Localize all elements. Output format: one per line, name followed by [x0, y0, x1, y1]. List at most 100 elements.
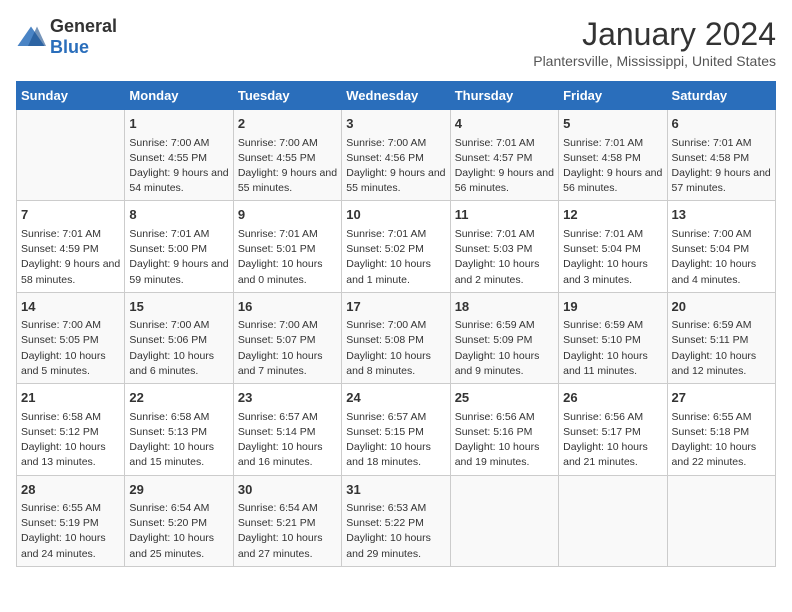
day-info: Sunrise: 6:54 AMSunset: 5:20 PMDaylight:… [129, 501, 228, 562]
day-info: Sunrise: 6:58 AMSunset: 5:12 PMDaylight:… [21, 410, 120, 471]
day-info: Sunrise: 7:00 AMSunset: 4:55 PMDaylight:… [238, 136, 337, 197]
calendar-cell: 23Sunrise: 6:57 AMSunset: 5:14 PMDayligh… [233, 384, 341, 475]
day-number: 6 [672, 114, 771, 134]
day-number: 9 [238, 205, 337, 225]
day-info: Sunrise: 6:54 AMSunset: 5:21 PMDaylight:… [238, 501, 337, 562]
day-number: 10 [346, 205, 445, 225]
day-number: 29 [129, 480, 228, 500]
day-number: 19 [563, 297, 662, 317]
calendar-week-row: 1Sunrise: 7:00 AMSunset: 4:55 PMDaylight… [17, 110, 776, 201]
weekday-header-saturday: Saturday [667, 82, 775, 110]
weekday-header-sunday: Sunday [17, 82, 125, 110]
calendar-cell: 30Sunrise: 6:54 AMSunset: 5:21 PMDayligh… [233, 475, 341, 566]
day-info: Sunrise: 7:00 AMSunset: 5:05 PMDaylight:… [21, 318, 120, 379]
day-number: 27 [672, 388, 771, 408]
day-number: 11 [455, 205, 554, 225]
day-info: Sunrise: 7:01 AMSunset: 4:58 PMDaylight:… [672, 136, 771, 197]
calendar-cell: 6Sunrise: 7:01 AMSunset: 4:58 PMDaylight… [667, 110, 775, 201]
day-info: Sunrise: 7:01 AMSunset: 5:01 PMDaylight:… [238, 227, 337, 288]
day-info: Sunrise: 6:57 AMSunset: 5:15 PMDaylight:… [346, 410, 445, 471]
logo-text: General Blue [50, 16, 117, 58]
logo-general: General [50, 16, 117, 36]
calendar-cell: 25Sunrise: 6:56 AMSunset: 5:16 PMDayligh… [450, 384, 558, 475]
weekday-header-wednesday: Wednesday [342, 82, 450, 110]
calendar-cell [450, 475, 558, 566]
calendar-cell: 8Sunrise: 7:01 AMSunset: 5:00 PMDaylight… [125, 201, 233, 292]
calendar-table: SundayMondayTuesdayWednesdayThursdayFrid… [16, 81, 776, 567]
weekday-header-friday: Friday [559, 82, 667, 110]
calendar-cell: 24Sunrise: 6:57 AMSunset: 5:15 PMDayligh… [342, 384, 450, 475]
day-info: Sunrise: 7:00 AMSunset: 5:06 PMDaylight:… [129, 318, 228, 379]
day-number: 2 [238, 114, 337, 134]
calendar-cell: 20Sunrise: 6:59 AMSunset: 5:11 PMDayligh… [667, 292, 775, 383]
page-header: General Blue January 2024 Plantersville,… [16, 16, 776, 69]
day-number: 5 [563, 114, 662, 134]
generalblue-logo-icon [16, 25, 46, 49]
title-block: January 2024 Plantersville, Mississippi,… [533, 16, 776, 69]
calendar-cell: 15Sunrise: 7:00 AMSunset: 5:06 PMDayligh… [125, 292, 233, 383]
calendar-cell: 5Sunrise: 7:01 AMSunset: 4:58 PMDaylight… [559, 110, 667, 201]
calendar-week-row: 7Sunrise: 7:01 AMSunset: 4:59 PMDaylight… [17, 201, 776, 292]
day-number: 15 [129, 297, 228, 317]
day-info: Sunrise: 7:00 AMSunset: 4:55 PMDaylight:… [129, 136, 228, 197]
calendar-cell: 11Sunrise: 7:01 AMSunset: 5:03 PMDayligh… [450, 201, 558, 292]
day-number: 31 [346, 480, 445, 500]
day-number: 1 [129, 114, 228, 134]
calendar-cell [17, 110, 125, 201]
calendar-cell: 27Sunrise: 6:55 AMSunset: 5:18 PMDayligh… [667, 384, 775, 475]
day-number: 23 [238, 388, 337, 408]
weekday-header-tuesday: Tuesday [233, 82, 341, 110]
calendar-cell: 4Sunrise: 7:01 AMSunset: 4:57 PMDaylight… [450, 110, 558, 201]
day-number: 26 [563, 388, 662, 408]
day-number: 30 [238, 480, 337, 500]
day-number: 8 [129, 205, 228, 225]
day-info: Sunrise: 7:00 AMSunset: 5:08 PMDaylight:… [346, 318, 445, 379]
day-info: Sunrise: 6:57 AMSunset: 5:14 PMDaylight:… [238, 410, 337, 471]
calendar-cell: 22Sunrise: 6:58 AMSunset: 5:13 PMDayligh… [125, 384, 233, 475]
day-info: Sunrise: 7:01 AMSunset: 5:00 PMDaylight:… [129, 227, 228, 288]
calendar-week-row: 28Sunrise: 6:55 AMSunset: 5:19 PMDayligh… [17, 475, 776, 566]
calendar-cell [559, 475, 667, 566]
day-info: Sunrise: 6:59 AMSunset: 5:09 PMDaylight:… [455, 318, 554, 379]
day-number: 7 [21, 205, 120, 225]
calendar-cell: 28Sunrise: 6:55 AMSunset: 5:19 PMDayligh… [17, 475, 125, 566]
weekday-header-monday: Monday [125, 82, 233, 110]
day-info: Sunrise: 6:58 AMSunset: 5:13 PMDaylight:… [129, 410, 228, 471]
calendar-cell: 12Sunrise: 7:01 AMSunset: 5:04 PMDayligh… [559, 201, 667, 292]
day-number: 16 [238, 297, 337, 317]
calendar-cell [667, 475, 775, 566]
day-number: 20 [672, 297, 771, 317]
day-info: Sunrise: 7:01 AMSunset: 5:03 PMDaylight:… [455, 227, 554, 288]
day-number: 21 [21, 388, 120, 408]
calendar-cell: 3Sunrise: 7:00 AMSunset: 4:56 PMDaylight… [342, 110, 450, 201]
calendar-cell: 9Sunrise: 7:01 AMSunset: 5:01 PMDaylight… [233, 201, 341, 292]
day-number: 24 [346, 388, 445, 408]
calendar-cell: 26Sunrise: 6:56 AMSunset: 5:17 PMDayligh… [559, 384, 667, 475]
calendar-week-row: 14Sunrise: 7:00 AMSunset: 5:05 PMDayligh… [17, 292, 776, 383]
calendar-cell: 16Sunrise: 7:00 AMSunset: 5:07 PMDayligh… [233, 292, 341, 383]
calendar-week-row: 21Sunrise: 6:58 AMSunset: 5:12 PMDayligh… [17, 384, 776, 475]
calendar-cell: 18Sunrise: 6:59 AMSunset: 5:09 PMDayligh… [450, 292, 558, 383]
day-info: Sunrise: 7:01 AMSunset: 5:04 PMDaylight:… [563, 227, 662, 288]
day-info: Sunrise: 7:01 AMSunset: 5:02 PMDaylight:… [346, 227, 445, 288]
day-info: Sunrise: 6:53 AMSunset: 5:22 PMDaylight:… [346, 501, 445, 562]
calendar-cell: 10Sunrise: 7:01 AMSunset: 5:02 PMDayligh… [342, 201, 450, 292]
day-info: Sunrise: 7:01 AMSunset: 4:57 PMDaylight:… [455, 136, 554, 197]
day-number: 25 [455, 388, 554, 408]
day-info: Sunrise: 7:00 AMSunset: 4:56 PMDaylight:… [346, 136, 445, 197]
day-info: Sunrise: 7:01 AMSunset: 4:59 PMDaylight:… [21, 227, 120, 288]
day-info: Sunrise: 6:56 AMSunset: 5:16 PMDaylight:… [455, 410, 554, 471]
calendar-cell: 14Sunrise: 7:00 AMSunset: 5:05 PMDayligh… [17, 292, 125, 383]
day-number: 13 [672, 205, 771, 225]
calendar-cell: 19Sunrise: 6:59 AMSunset: 5:10 PMDayligh… [559, 292, 667, 383]
calendar-cell: 21Sunrise: 6:58 AMSunset: 5:12 PMDayligh… [17, 384, 125, 475]
day-number: 17 [346, 297, 445, 317]
day-number: 28 [21, 480, 120, 500]
logo-blue: Blue [50, 37, 89, 57]
day-info: Sunrise: 6:55 AMSunset: 5:18 PMDaylight:… [672, 410, 771, 471]
weekday-header-thursday: Thursday [450, 82, 558, 110]
weekday-header-row: SundayMondayTuesdayWednesdayThursdayFrid… [17, 82, 776, 110]
day-info: Sunrise: 7:00 AMSunset: 5:07 PMDaylight:… [238, 318, 337, 379]
location-title: Plantersville, Mississippi, United State… [533, 53, 776, 69]
calendar-cell: 2Sunrise: 7:00 AMSunset: 4:55 PMDaylight… [233, 110, 341, 201]
